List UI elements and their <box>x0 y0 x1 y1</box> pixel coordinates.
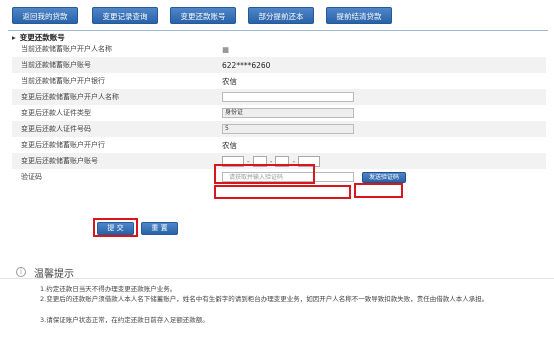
submit-button[interactable]: 提 交 <box>97 222 134 235</box>
new-holder-name-input[interactable] <box>222 92 354 102</box>
new-id-number-label: 变更后还款人证件号码 <box>21 125 91 133</box>
new-holder-name-label: 变更后还款储蓄账户开户人名称 <box>21 93 119 101</box>
new-bank-label: 变更后还款储蓄账户开户行 <box>21 141 105 149</box>
account-highlight-box <box>214 164 315 184</box>
captcha-label: 验证码 <box>21 173 42 181</box>
new-id-type-label: 变更后还款人证件类型 <box>21 109 91 117</box>
new-bank-value: 农信 <box>222 140 237 150</box>
form-row: 当前还款储蓄账户开户人名称 ■ <box>12 41 546 57</box>
form-row: 变更后还款人证件类型 身份证 <box>12 105 546 121</box>
current-bank-value: 农信 <box>222 76 237 86</box>
form-row: 变更后还款人证件号码 5 <box>12 121 546 137</box>
send-captcha-button[interactable]: 发送验证码 <box>362 171 407 183</box>
captcha-highlight-box <box>214 185 351 199</box>
reset-button[interactable]: 重 置 <box>141 222 178 235</box>
tip-item: 1.约定还款日当天不得办理变更还款账户业务。 <box>40 285 177 293</box>
current-holder-name-value: ■ <box>222 44 230 54</box>
form-row: 当前还款储蓄账户开户银行 农信 <box>12 73 546 89</box>
tips-divider <box>0 278 554 279</box>
current-bank-label: 当前还款储蓄账户开户银行 <box>21 77 105 85</box>
form-row: 变更后还款储蓄账户开户人名称 <box>12 89 546 105</box>
toolbar: 返回我的贷款 变更记录查询 变更还款账号 部分提前还本 提前结清贷款 <box>0 0 554 32</box>
form-row: 变更后还款储蓄账户开户行 农信 <box>12 137 546 153</box>
new-id-type-field: 身份证 <box>222 108 354 118</box>
form-row: 当前还款储蓄账户账号 622****6260 <box>12 57 546 73</box>
new-id-number-field: 5 <box>222 124 354 134</box>
tip-item: 3.请保证账户状态正常，在约定还款日前存入足额还款额。 <box>40 316 209 324</box>
current-account-number-value: 622****6260 <box>222 60 271 70</box>
early-settlement-button[interactable]: 提前结清贷款 <box>326 7 392 24</box>
back-to-my-loans-button[interactable]: 返回我的贷款 <box>12 7 78 24</box>
partial-prepayment-button[interactable]: 部分提前还本 <box>248 7 314 24</box>
send-code-highlight-box <box>354 183 403 198</box>
current-account-number-label: 当前还款储蓄账户账号 <box>21 61 91 69</box>
current-holder-name-label: 当前还款储蓄账户开户人名称 <box>21 45 112 53</box>
change-repayment-account-button[interactable]: 变更还款账号 <box>170 7 236 24</box>
change-record-query-button[interactable]: 变更记录查询 <box>92 7 158 24</box>
info-icon: i <box>16 267 26 277</box>
toolbar-divider <box>8 30 548 31</box>
new-account-number-label: 变更后还款储蓄账户账号 <box>21 157 98 165</box>
tip-item: 2.变更后的还款账户须借款人本人名下储蓄账户，姓名中有生僻字的请到柜台办理变更业… <box>40 295 489 303</box>
